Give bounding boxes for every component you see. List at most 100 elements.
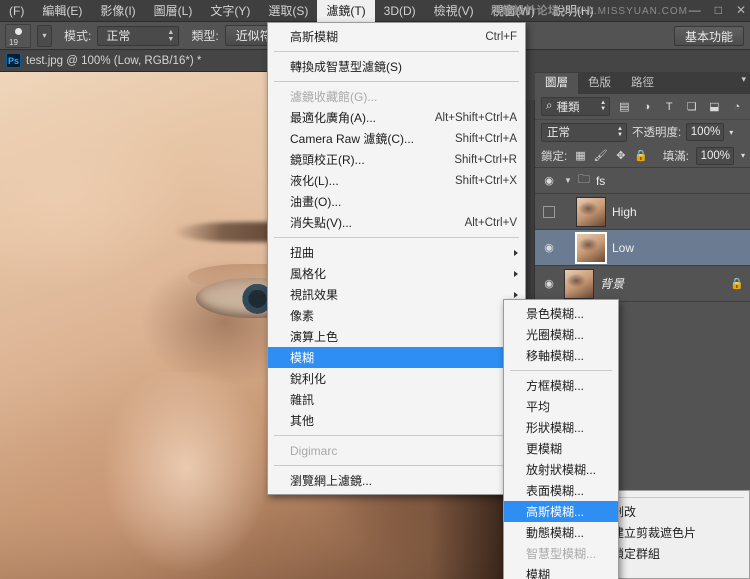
mode-select[interactable]: 正常 ▲▼ xyxy=(97,26,179,46)
submenu-item-average[interactable]: 平均 xyxy=(504,396,618,417)
layer-thumbnail[interactable] xyxy=(576,233,606,263)
menu-item-gaussian-blur-repeat[interactable]: 高斯模糊 Ctrl+F xyxy=(268,26,525,47)
blend-mode-select[interactable]: 正常 ▲▼ xyxy=(541,123,627,142)
group-visibility-toggle[interactable]: ◉ xyxy=(540,174,558,187)
submenu-item-surface-blur[interactable]: 表面模糊... xyxy=(504,480,618,501)
menu-item-render[interactable]: 演算上色 xyxy=(268,326,525,347)
brush-preset-caret[interactable]: ▾ xyxy=(37,25,52,47)
menu-item-blur[interactable]: 模糊 xyxy=(268,347,525,368)
layer-row-low[interactable]: ◉ Low xyxy=(535,230,750,266)
menu-item-label: 視訊效果 xyxy=(290,286,517,303)
menu-item-label: 景色模糊... xyxy=(526,305,610,322)
filter-shape-icon[interactable]: ❏ xyxy=(684,97,701,116)
brush-size-value: 19 xyxy=(9,38,18,47)
menu-item-video[interactable]: 視訊效果 xyxy=(268,284,525,305)
menu-edit[interactable]: 編輯(E) xyxy=(33,0,91,22)
menu-item-sharpen[interactable]: 銳利化 xyxy=(268,368,525,389)
close-icon[interactable]: ✕ xyxy=(736,3,746,17)
tab-paths[interactable]: 路徑 xyxy=(621,73,664,94)
submenu-item-gaussian-blur[interactable]: 高斯模糊... xyxy=(504,501,618,522)
layer-name[interactable]: Low xyxy=(612,241,634,255)
submenu-item-motion-blur[interactable]: 動態模糊... xyxy=(504,522,618,543)
submenu-item-radial-blur[interactable]: 放射狀模糊... xyxy=(504,459,618,480)
submenu-item-smart-blur: 智慧型模糊... xyxy=(504,543,618,564)
menu-item-oil-paint[interactable]: 油畫(O)... xyxy=(268,191,525,212)
submenu-item-box-blur[interactable]: 方框模糊... xyxy=(504,375,618,396)
submenu-item-blur-more[interactable]: 更模糊 xyxy=(504,438,618,459)
layer-thumbnail[interactable] xyxy=(576,197,606,227)
menu-filter[interactable]: 濾鏡(T) xyxy=(317,0,374,22)
lock-transparency-icon[interactable]: ▦ xyxy=(574,146,586,165)
fill-caret-icon[interactable]: ▾ xyxy=(741,151,745,160)
lock-position-icon[interactable]: ✥ xyxy=(615,146,627,165)
context-menu-item-1[interactable]: 建立剪裁遮色片 xyxy=(602,522,749,543)
context-menu[interactable]: 刪改 建立剪裁遮色片 鎖定群組 xyxy=(601,490,750,579)
workspace-button[interactable]: 基本功能 xyxy=(674,26,744,46)
layer-visibility-toggle-background[interactable]: ◉ xyxy=(540,277,558,290)
menu-item-camera-raw-filter[interactable]: Camera Raw 濾鏡(C)... Shift+Ctrl+A xyxy=(268,128,525,149)
filter-kind-select[interactable]: ⌕ 種類 ▲▼ xyxy=(541,97,610,116)
layer-row-background[interactable]: ◉ 背景 🔒 xyxy=(535,266,750,302)
layer-visibility-toggle-low[interactable]: ◉ xyxy=(540,241,558,254)
filter-dropdown-menu[interactable]: 高斯模糊 Ctrl+F 轉換成智慧型濾鏡(S) 濾鏡收藏館(G)... 最適化廣… xyxy=(267,22,526,495)
layer-visibility-toggle-high[interactable] xyxy=(540,206,558,218)
submenu-item-iris-blur[interactable]: 光圈模糊... xyxy=(504,324,618,345)
menu-separator xyxy=(274,465,519,466)
menu-item-browse-filters-online[interactable]: 瀏覽網上濾鏡... xyxy=(268,470,525,491)
layer-name[interactable]: fs xyxy=(596,174,605,188)
document-tab-title[interactable]: test.jpg @ 100% (Low, RGB/16*) * xyxy=(26,55,201,67)
submenu-item-shape-blur[interactable]: 形狀模糊... xyxy=(504,417,618,438)
menu-item-noise[interactable]: 雜訊 xyxy=(268,389,525,410)
filter-pixel-icon[interactable]: ▤ xyxy=(616,97,633,116)
blur-submenu[interactable]: 景色模糊... 光圈模糊... 移軸模糊... 方框模糊... 平均 形狀模糊.… xyxy=(503,299,619,579)
context-menu-item-2[interactable]: 鎖定群組 xyxy=(602,543,749,564)
filter-toggle-icon[interactable]: ◔ xyxy=(729,97,746,116)
maximize-icon[interactable]: □ xyxy=(715,3,722,17)
type-label: 類型: xyxy=(191,27,218,44)
submenu-item-field-blur[interactable]: 景色模糊... xyxy=(504,303,618,324)
menu-item-liquify[interactable]: 液化(L)... Shift+Ctrl+X xyxy=(268,170,525,191)
brush-preset-picker[interactable]: 19 xyxy=(5,24,31,48)
submenu-item-blur[interactable]: 模糊 xyxy=(504,564,618,579)
panel-menu-icon[interactable]: ▾ xyxy=(741,74,746,85)
lock-all-icon[interactable]: 🔒 xyxy=(634,146,648,165)
opacity-value[interactable]: 100% xyxy=(686,123,724,141)
context-menu-item-0[interactable]: 刪改 xyxy=(602,501,749,522)
menu-view[interactable]: 檢視(V) xyxy=(425,0,483,22)
menu-item-distort[interactable]: 扭曲 xyxy=(268,242,525,263)
menu-file[interactable]: (F) xyxy=(0,0,33,22)
fill-value[interactable]: 100% xyxy=(696,147,734,165)
menu-3d[interactable]: 3D(D) xyxy=(375,0,425,22)
group-expand-icon[interactable]: ▼ xyxy=(564,176,572,185)
layer-group-fs[interactable]: ◉ ▼ 🗀 fs xyxy=(535,168,750,194)
menu-item-label: 高斯模糊... xyxy=(526,503,610,520)
lock-image-icon[interactable]: 🖌 xyxy=(594,146,608,165)
menu-item-pixelate[interactable]: 像素 xyxy=(268,305,525,326)
menu-item-stylize[interactable]: 風格化 xyxy=(268,263,525,284)
opacity-caret-icon[interactable]: ▾ xyxy=(729,128,733,137)
menu-item-label: 最適化廣角(A)... xyxy=(290,109,409,126)
menu-image[interactable]: 影像(I) xyxy=(91,0,144,22)
layer-name[interactable]: High xyxy=(612,205,637,219)
menu-item-vanishing-point[interactable]: 消失點(V)... Alt+Ctrl+V xyxy=(268,212,525,233)
layer-row-high[interactable]: High xyxy=(535,194,750,230)
menu-item-lens-correction[interactable]: 鏡頭校正(R)... Shift+Ctrl+R xyxy=(268,149,525,170)
menu-select[interactable]: 選取(S) xyxy=(259,0,317,22)
submenu-item-tilt-shift[interactable]: 移軸模糊... xyxy=(504,345,618,366)
menu-type[interactable]: 文字(Y) xyxy=(201,0,259,22)
minimize-icon[interactable]: — xyxy=(689,3,701,17)
window-controls: — □ ✕ xyxy=(689,0,746,20)
filter-adjustment-icon[interactable]: ◑ xyxy=(639,97,656,116)
menu-item-adaptive-wide-angle[interactable]: 最適化廣角(A)... Alt+Shift+Ctrl+A xyxy=(268,107,525,128)
menu-layer[interactable]: 圖層(L) xyxy=(145,0,202,22)
layer-thumbnail[interactable] xyxy=(564,269,594,299)
menu-item-label: Camera Raw 濾鏡(C)... xyxy=(290,130,429,147)
menu-item-convert-smart-filter[interactable]: 轉換成智慧型濾鏡(S) xyxy=(268,56,525,77)
menu-item-accel: Shift+Ctrl+A xyxy=(429,133,517,145)
tab-channels[interactable]: 色版 xyxy=(578,73,621,94)
filter-smart-icon[interactable]: ⬓ xyxy=(706,97,723,116)
menu-item-other[interactable]: 其他 xyxy=(268,410,525,431)
tab-layers[interactable]: 圖層 xyxy=(535,73,578,94)
filter-type-icon[interactable]: T xyxy=(661,97,678,116)
menu-item-label: 濾鏡收藏館(G)... xyxy=(290,88,517,105)
